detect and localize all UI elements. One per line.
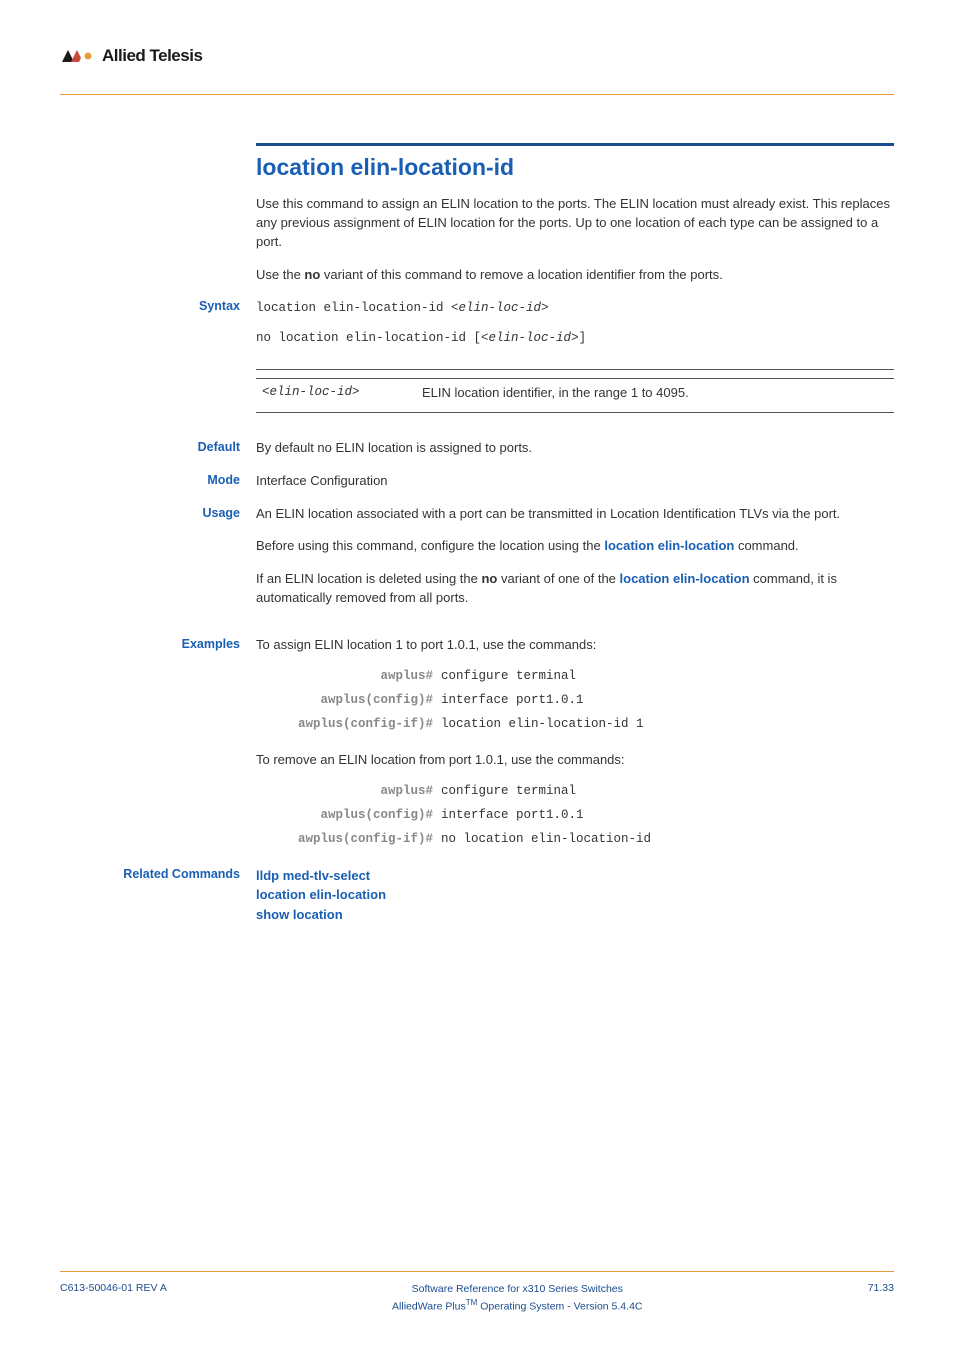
usage-para-2: Before using this command, configure the… <box>256 537 894 556</box>
footer-content: C613-50046-01 REV A Software Reference f… <box>60 1282 894 1314</box>
page-footer: C613-50046-01 REV A Software Reference f… <box>60 1271 894 1314</box>
cmd-line: awplus(config)#interface port1.0.1 <box>256 808 894 822</box>
examples-intro-1: To assign ELIN location 1 to port 1.0.1,… <box>256 636 894 655</box>
related-link[interactable]: show location <box>256 905 894 925</box>
syntax-label: Syntax <box>60 298 256 349</box>
cmd-text: interface port1.0.1 <box>441 808 894 822</box>
default-row: Default By default no ELIN location is a… <box>60 439 894 458</box>
default-value: By default no ELIN location is assigned … <box>256 439 894 458</box>
content-area: location elin-location-id Use this comma… <box>60 143 894 924</box>
param-row: <elin-loc-id> ELIN location identifier, … <box>256 379 894 406</box>
example-block-1: awplus#configure terminal awplus(config)… <box>256 669 894 731</box>
footer-title: Software Reference for x310 Series Switc… <box>392 1282 642 1297</box>
cmd-prompt: awplus(config-if)# <box>256 717 441 731</box>
usage-row: Usage An ELIN location associated with a… <box>60 505 894 622</box>
usage-link-1[interactable]: location elin-location <box>604 538 734 553</box>
page-header: Allied Telesis <box>60 46 894 94</box>
parameter-table: <elin-loc-id> ELIN location identifier, … <box>256 369 894 413</box>
usage-value: An ELIN location associated with a port … <box>256 505 894 622</box>
param-desc: ELIN location identifier, in the range 1… <box>422 385 888 400</box>
footer-doc-id: C613-50046-01 REV A <box>60 1282 167 1294</box>
footer-center: Software Reference for x310 Series Switc… <box>392 1282 642 1314</box>
param-table-bottom-rule <box>256 412 894 413</box>
footer-divider <box>60 1271 894 1272</box>
intro-paragraph-2: Use the no variant of this command to re… <box>256 266 894 285</box>
default-label: Default <box>60 439 256 458</box>
cmd-text: configure terminal <box>441 784 894 798</box>
cmd-prompt: awplus(config)# <box>256 693 441 707</box>
syntax-value: location elin-location-id <elin-loc-id> … <box>256 298 894 349</box>
cmd-text: no location elin-location-id <box>441 832 894 846</box>
mode-label: Mode <box>60 472 256 491</box>
logo-text: Allied Telesis <box>102 46 202 66</box>
cmd-text: interface port1.0.1 <box>441 693 894 707</box>
cmd-line: awplus#configure terminal <box>256 784 894 798</box>
usage-para-1: An ELIN location associated with a port … <box>256 505 894 524</box>
header-divider <box>60 94 894 95</box>
examples-row: Examples To assign ELIN location 1 to po… <box>60 636 894 655</box>
syntax-line-1: location elin-location-id <elin-loc-id> <box>256 298 894 319</box>
related-label: Related Commands <box>60 866 256 925</box>
example-block-2: awplus#configure terminal awplus(config)… <box>256 784 894 846</box>
footer-os-version: AlliedWare PlusTM Operating System - Ver… <box>392 1297 642 1314</box>
param-name: <elin-loc-id> <box>262 385 422 400</box>
syntax-row: Syntax location elin-location-id <elin-l… <box>60 298 894 349</box>
cmd-prompt: awplus(config-if)# <box>256 832 441 846</box>
footer-page-number: 71.33 <box>868 1282 894 1294</box>
cmd-text: configure terminal <box>441 669 894 683</box>
cmd-line: awplus#configure terminal <box>256 669 894 683</box>
syntax-line-2: no location elin-location-id [<elin-loc-… <box>256 328 894 349</box>
usage-link-2[interactable]: location elin-location <box>620 571 750 586</box>
examples-intro-2: To remove an ELIN location from port 1.0… <box>256 751 894 770</box>
cmd-line: awplus(config-if)#no location elin-locat… <box>256 832 894 846</box>
cmd-line: awplus(config)#interface port1.0.1 <box>256 693 894 707</box>
command-title: location elin-location-id <box>256 154 894 181</box>
param-table-top-rule <box>256 369 894 370</box>
intro-paragraph-1: Use this command to assign an ELIN locat… <box>256 195 894 252</box>
usage-para-3: If an ELIN location is deleted using the… <box>256 570 894 608</box>
title-rule <box>256 143 894 146</box>
usage-label: Usage <box>60 505 256 622</box>
brand-logo: Allied Telesis <box>60 46 202 66</box>
related-link[interactable]: lldp med-tlv-select <box>256 866 894 886</box>
mode-row: Mode Interface Configuration <box>60 472 894 491</box>
cmd-text: location elin-location-id 1 <box>441 717 894 731</box>
cmd-prompt: awplus# <box>256 784 441 798</box>
cmd-prompt: awplus# <box>256 669 441 683</box>
related-commands-row: Related Commands lldp med-tlv-select loc… <box>60 866 894 925</box>
related-list: lldp med-tlv-select location elin-locati… <box>256 866 894 925</box>
logo-icon <box>60 47 96 65</box>
mode-value: Interface Configuration <box>256 472 894 491</box>
cmd-line: awplus(config-if)#location elin-location… <box>256 717 894 731</box>
cmd-prompt: awplus(config)# <box>256 808 441 822</box>
related-link[interactable]: location elin-location <box>256 885 894 905</box>
examples-label: Examples <box>60 636 256 655</box>
